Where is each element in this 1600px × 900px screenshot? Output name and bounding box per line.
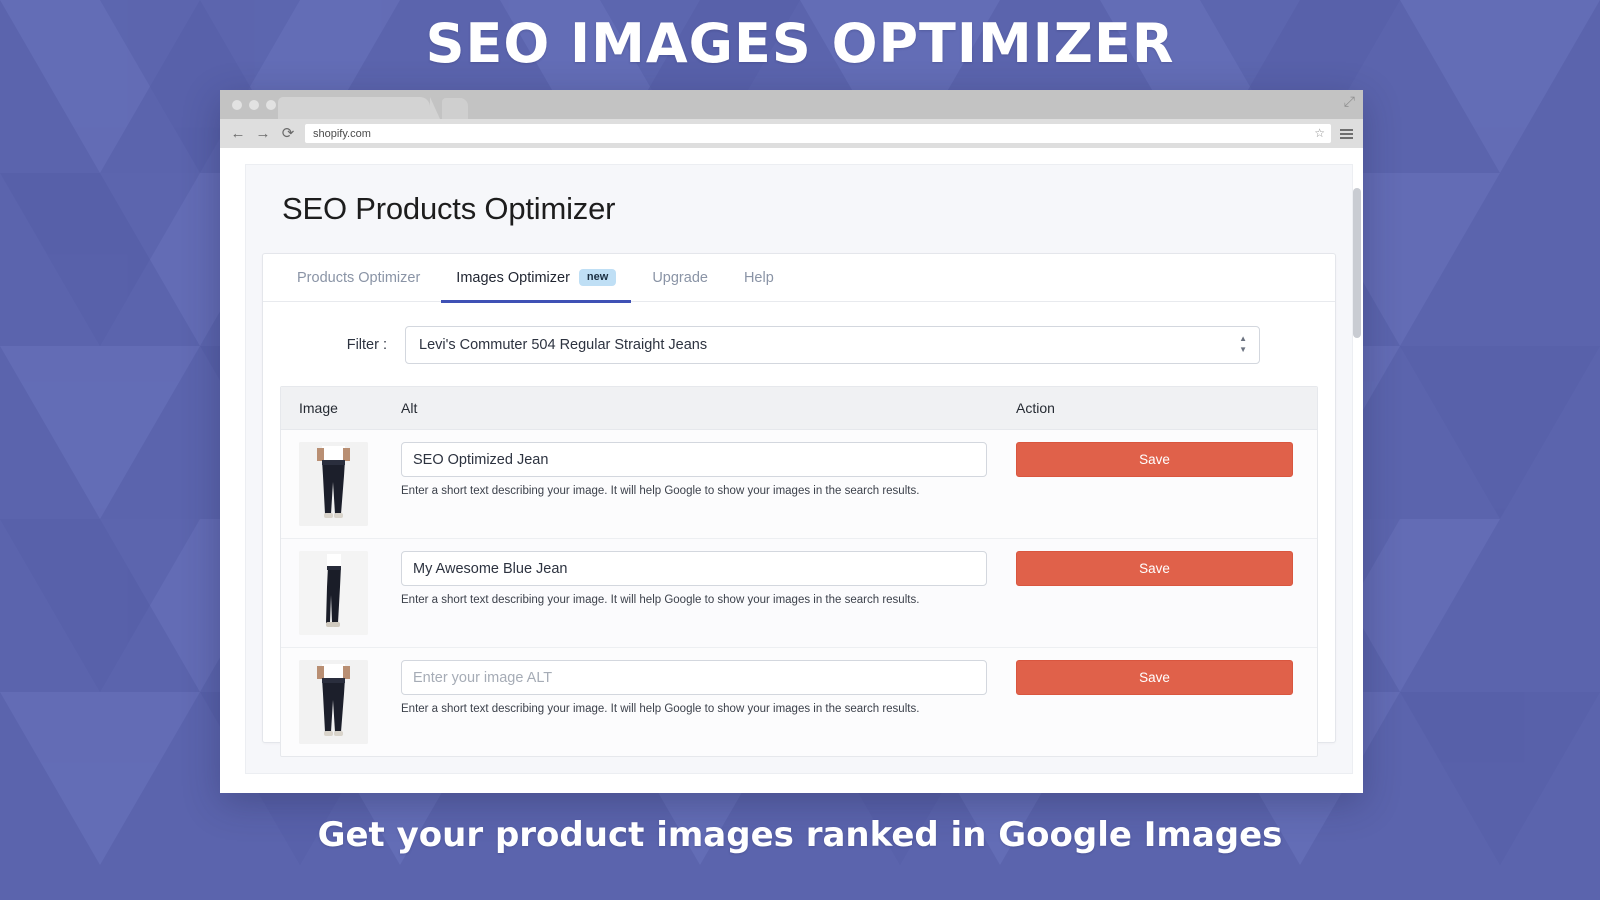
- close-window-button[interactable]: [232, 100, 242, 110]
- promo-headline: SEO IMAGES OPTIMIZER: [425, 12, 1175, 75]
- new-badge: new: [578, 269, 617, 286]
- cell-image: [281, 660, 401, 744]
- cell-alt: Enter a short text describing your image…: [401, 660, 1016, 715]
- cell-alt: Enter a short text describing your image…: [401, 442, 1016, 497]
- table-row: Enter a short text describing your image…: [281, 539, 1317, 648]
- app-page: SEO Products Optimizer Products Optimize…: [245, 164, 1353, 774]
- cell-action: Save: [1016, 442, 1317, 477]
- product-filter-value: Levi's Commuter 504 Regular Straight Jea…: [419, 337, 708, 353]
- address-bar[interactable]: shopify.com ☆: [305, 124, 1331, 143]
- browser-tab-active[interactable]: [278, 97, 440, 119]
- alt-input[interactable]: [401, 660, 987, 695]
- stepper-down-icon: ▼: [1239, 345, 1247, 354]
- browser-menu-icon[interactable]: [1340, 128, 1353, 139]
- dark-jeans-front-icon: [299, 442, 368, 526]
- bookmark-star-icon[interactable]: ☆: [1314, 126, 1325, 141]
- column-header-alt: Alt: [401, 400, 418, 416]
- alt-input[interactable]: [401, 442, 987, 477]
- dark-jeans-front-icon: [299, 660, 368, 744]
- browser-titlebar: ⤢: [220, 90, 1363, 119]
- app-tabs: Products Optimizer Images Optimizer new …: [263, 254, 1335, 303]
- cell-alt: Enter a short text describing your image…: [401, 551, 1016, 606]
- save-button[interactable]: Save: [1016, 551, 1293, 586]
- filter-row: Filter : Levi's Commuter 504 Regular Str…: [263, 302, 1335, 364]
- minimize-window-button[interactable]: [249, 100, 259, 110]
- resize-grip-icon[interactable]: ⤢: [1344, 94, 1355, 108]
- maximize-window-button[interactable]: [266, 100, 276, 110]
- product-image-thumbnail[interactable]: [299, 551, 368, 635]
- browser-viewport: SEO Products Optimizer Products Optimize…: [220, 148, 1363, 793]
- save-button[interactable]: Save: [1016, 660, 1293, 695]
- url-text: shopify.com: [313, 127, 371, 140]
- browser-toolbar: ← → ⟳ shopify.com ☆: [220, 119, 1363, 148]
- table-row: Enter a short text describing your image…: [281, 430, 1317, 539]
- tab-images-optimizer[interactable]: Images Optimizer new: [439, 254, 633, 303]
- dark-jeans-side-icon: [299, 551, 368, 635]
- alt-helper-text: Enter a short text describing your image…: [401, 703, 920, 715]
- reload-icon[interactable]: ⟳: [280, 126, 296, 141]
- save-button[interactable]: Save: [1016, 442, 1293, 477]
- images-table: Image Alt Action SEO Optimized Jean Ente…: [280, 386, 1318, 757]
- app-card: Products Optimizer Images Optimizer new …: [262, 253, 1336, 757]
- cell-image: [281, 551, 401, 635]
- new-tab-button[interactable]: [442, 98, 468, 119]
- chevron-updown-icon[interactable]: ▲ ▼: [1239, 335, 1247, 354]
- table-header-row: Image Alt Action: [281, 387, 1317, 430]
- table-row: Enter a short text describing your image…: [281, 648, 1317, 756]
- tab-help-label: Help: [743, 269, 774, 286]
- tab-products-optimizer[interactable]: Products Optimizer: [280, 254, 437, 302]
- filter-label: Filter :: [346, 337, 387, 353]
- tab-products-optimizer-label: Products Optimizer: [297, 269, 421, 286]
- product-image-thumbnail[interactable]: [299, 442, 368, 526]
- browser-window: ⤢ ← → ⟳ shopify.com ☆ SEO Products Optim…: [220, 90, 1363, 793]
- back-icon[interactable]: ←: [230, 126, 246, 141]
- forward-icon[interactable]: →: [255, 126, 271, 141]
- cell-action: Save: [1016, 551, 1317, 586]
- page-title: SEO Products Optimizer: [282, 191, 616, 226]
- page-scrollbar[interactable]: [1353, 148, 1361, 793]
- product-filter-select[interactable]: Levi's Commuter 504 Regular Straight Jea…: [405, 326, 1260, 364]
- alt-helper-text: Enter a short text describing your image…: [401, 594, 920, 606]
- column-header-image: Image: [299, 400, 338, 416]
- tab-help[interactable]: Help: [727, 254, 791, 302]
- column-header-action: Action: [1016, 400, 1055, 416]
- tab-images-optimizer-label: Images Optimizer: [456, 269, 570, 286]
- cell-action: Save: [1016, 660, 1317, 695]
- tab-upgrade-label: Upgrade: [652, 269, 708, 286]
- alt-helper-text: Enter a short text describing your image…: [401, 485, 920, 497]
- product-image-thumbnail[interactable]: [299, 660, 368, 744]
- window-traffic-lights[interactable]: [232, 100, 276, 110]
- tab-upgrade[interactable]: Upgrade: [635, 254, 725, 302]
- stepper-up-icon: ▲: [1239, 334, 1247, 343]
- cell-image: [281, 442, 401, 526]
- alt-input[interactable]: [401, 551, 987, 586]
- promo-footline: Get your product images ranked in Google…: [317, 815, 1283, 855]
- page-scrollbar-thumb[interactable]: [1353, 188, 1361, 338]
